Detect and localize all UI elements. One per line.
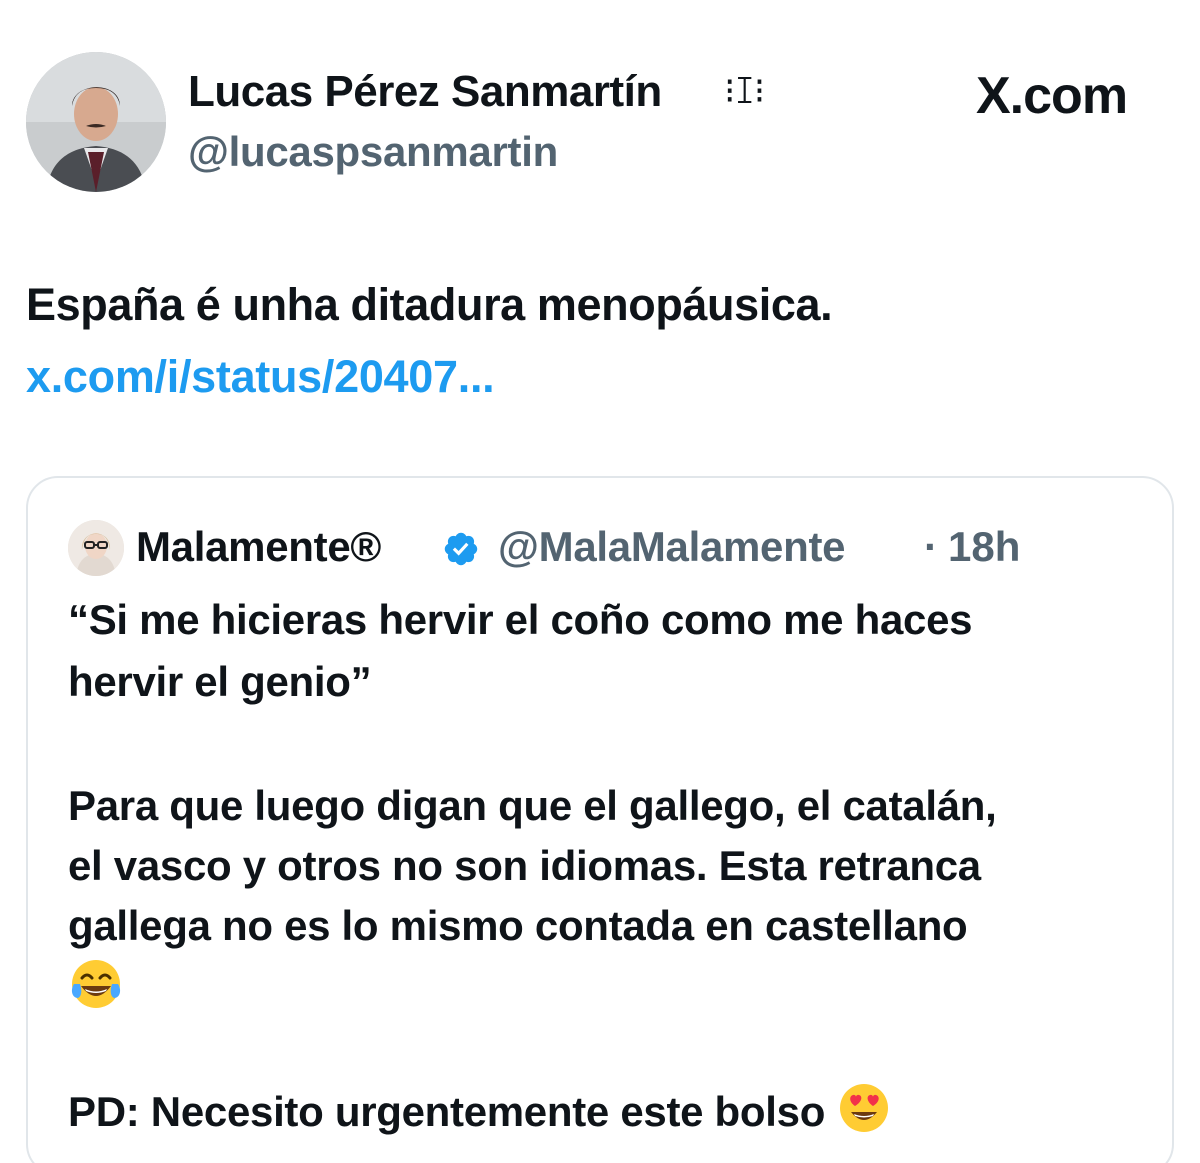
heart-eyes-emoji: [836, 1080, 892, 1136]
quoted-text-line: Para que luego digan que el gallego, el …: [68, 782, 997, 829]
author-avatar[interactable]: [26, 52, 166, 192]
tweet-screenshot: Lucas Pérez Sanmartín ⁝ꕯ⁝ @lucaspsanmart…: [0, 0, 1200, 1163]
author-name-glyph: ⁝ꕯ⁝: [724, 71, 766, 112]
author-handle[interactable]: @lucaspsanmartin: [188, 126, 558, 178]
quoted-author-avatar[interactable]: [68, 520, 124, 576]
quoted-text-line-ps: PD: Necesito urgentemente este bolso: [68, 1080, 892, 1142]
quoted-text-line: “Si me hicieras hervir el coño como me h…: [68, 596, 973, 643]
verified-badge-icon: [442, 530, 480, 568]
x-logo: X.com: [976, 67, 1128, 125]
tweet-link[interactable]: x.com/i/status/20407...: [26, 346, 495, 408]
separator-dot: ·: [924, 523, 938, 570]
quoted-author-handle[interactable]: @MalaMalamente: [498, 518, 846, 576]
author-name[interactable]: Lucas Pérez Sanmartín: [188, 66, 662, 118]
quoted-ps-text: PD: Necesito urgentemente este bolso: [68, 1088, 826, 1135]
tears-of-joy-emoji: [68, 956, 124, 1012]
quoted-text-line: gallega no es lo mismo contada en castel…: [68, 902, 968, 949]
tweet-text: España é unha ditadura menopáusica.: [26, 279, 833, 330]
quoted-tweet-card[interactable]: Malamente® @MalaMalamente · 18h “Si me h…: [26, 476, 1174, 1163]
quoted-text-line: el vasco y otros no son idiomas. Esta re…: [68, 842, 981, 889]
quoted-timestamp[interactable]: 18h: [948, 518, 1020, 576]
quoted-author-name[interactable]: Malamente®: [136, 518, 381, 576]
quoted-emoji-line: [68, 956, 124, 1018]
quoted-text-line: hervir el genio”: [68, 658, 372, 705]
